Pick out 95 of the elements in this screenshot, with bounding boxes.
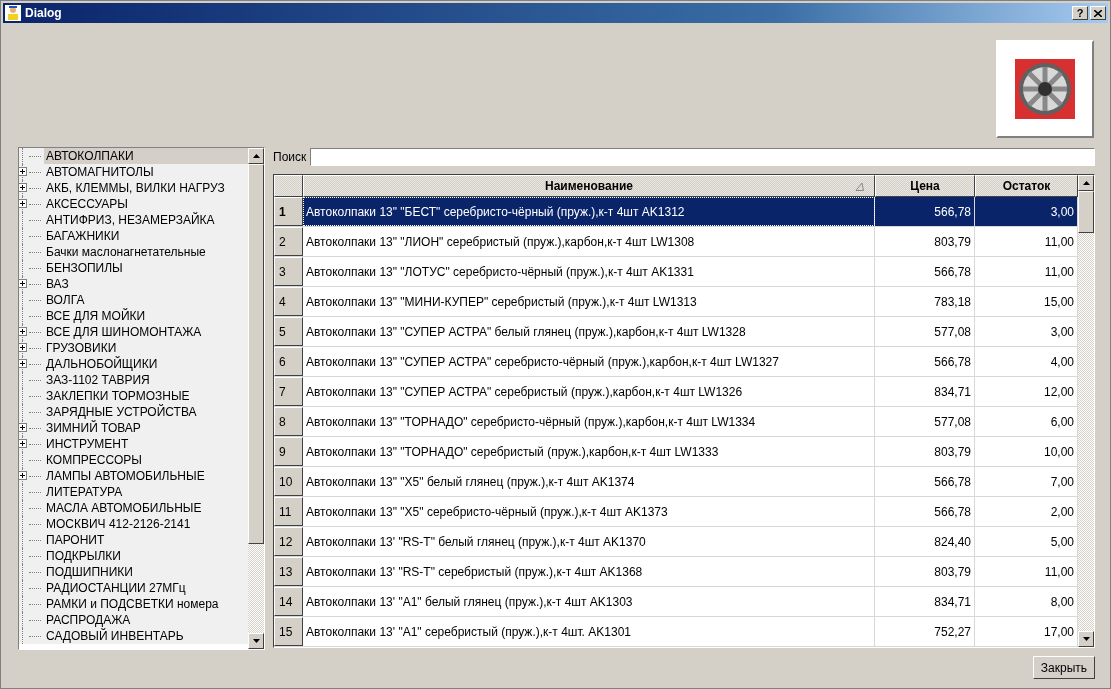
table-cell: 824,40 [875,527,975,556]
table-cell: 566,78 [875,347,975,376]
scrollbar[interactable] [248,148,264,649]
scrollbar-thumb[interactable] [1078,191,1094,233]
row-number: 4 [274,287,303,316]
table-cell: 566,78 [875,467,975,496]
table-cell: Автоколпаки 13" "МИНИ-КУПЕР" серебристый (пруж.),к-т 4шт LW1313 [303,287,875,316]
tree-item[interactable]: АВТОКОЛПАКИ [44,148,248,164]
table-cell: 834,71 [875,587,975,616]
row-number: 12 [274,527,303,556]
search-label: Поиск [273,150,307,164]
row-number: 8 [274,407,303,436]
table-row[interactable]: 14 Автоколпаки 13' "A1" белый глянец (пруж.),к-т 4шт AK1303 834,71 8,00 [274,587,1078,617]
hubcap-drawing [1015,59,1075,119]
table-row[interactable]: 15 Автоколпаки 13' "A1" серебристый (пруж.),к-т 4шт. AK1301 752,27 17,00 [274,617,1078,647]
table-cell: Автоколпаки 13' "A1" серебристый (пруж.),к-т 4шт. AK1301 [303,617,875,646]
table-cell: 577,08 [875,317,975,346]
table-cell: 566,78 [875,197,975,226]
row-number: 1 [274,197,303,226]
row-number: 14 [274,587,303,616]
row-number: 3 [274,257,303,286]
table-row[interactable]: 9 Автоколпаки 13" "ТОРНАДО" серебристый (пруж.),карбон,к-т 4шт LW1333 803,79 10,00 [274,437,1078,467]
expand-toggle[interactable] [19,279,27,288]
table-row[interactable]: 1 Автоколпаки 13" "БЕСТ" серебристо-чёрный (пруж.),к-т 4шт AK1312 566,78 3,00 [274,197,1078,227]
table-cell: 3,00 [975,197,1078,226]
table-cell: Автоколпаки 13' "RS-T" белый глянец (пруж.),к-т 4шт AK1370 [303,527,875,556]
expand-toggle[interactable] [19,471,27,480]
table-row[interactable]: 2 Автоколпаки 13" "ЛИОН" серебристый (пруж.),карбон,к-т 4шт LW1308 803,79 11,00 [274,227,1078,257]
tree-item[interactable]: ВАЗ [44,276,71,292]
row-number: 7 [274,377,303,406]
table-cell: 803,79 [875,557,975,586]
table-cell: Автоколпаки 13" "ЛОТУС" серебристо-чёрный (пруж.),к-т 4шт AK1331 [303,257,875,286]
search-field[interactable] [310,148,1095,166]
close-icon [1094,9,1102,17]
expand-toggle[interactable] [19,423,27,432]
column-header[interactable]: Цена [875,175,975,197]
table-cell: 566,78 [875,497,975,526]
column-header[interactable]: Наименование [303,175,875,197]
row-number: 11 [274,497,303,526]
table-cell: Автоколпаки 13" "БЕСТ" серебристо-чёрный (пруж.),к-т 4шт AK1312 [303,197,875,226]
table-row[interactable]: 8 Автоколпаки 13" "ТОРНАДО" серебристо-чёрный (пруж.),карбон,к-т 4шт LW1334 577,08 6,00 [274,407,1078,437]
row-number: 2 [274,227,303,256]
close-button[interactable] [1090,6,1106,20]
expand-toggle[interactable] [19,439,27,448]
table-cell: 752,27 [875,617,975,646]
row-number: 9 [274,437,303,466]
help-button[interactable]: ? [1072,6,1088,20]
table-cell: 803,79 [875,437,975,466]
table-cell: Автоколпаки 13' "RS-T" серебристый (пруж.),к-т 4шт AK1368 [303,557,875,586]
table-row[interactable]: 3 Автоколпаки 13" "ЛОТУС" серебристо-чёрный (пруж.),к-т 4шт AK1331 566,78 11,00 [274,257,1078,287]
expand-toggle[interactable] [19,359,27,368]
table-cell: 783,18 [875,287,975,316]
table-row[interactable]: 10 Автоколпаки 13" "X5" белый глянец (пруж.),к-т 4шт AK1374 566,78 7,00 [274,467,1078,497]
table-cell: Автоколпаки 13" "ЛИОН" серебристый (пруж.),карбон,к-т 4шт LW1308 [303,227,875,256]
up-arrow-icon [1082,181,1090,185]
expand-toggle[interactable] [19,343,27,352]
table-row[interactable]: 13 Автоколпаки 13' "RS-T" серебристый (пруж.),к-т 4шт AK1368 803,79 11,00 [274,557,1078,587]
table-cell: Автоколпаки 13' "A1" белый глянец (пруж.),к-т 4шт AK1303 [303,587,875,616]
expand-toggle[interactable] [19,327,27,336]
table-cell: Автоколпаки 13" "ТОРНАДО" серебристо-чёрный (пруж.),карбон,к-т 4шт LW1334 [303,407,875,436]
table-cell: Автоколпаки 13" "X5" серебристо-чёрный (пруж.),к-т 4шт AK1373 [303,497,875,526]
expand-toggle[interactable] [19,199,27,208]
table-row[interactable]: 7 Автоколпаки 13" "СУПЕР АСТРА" серебристый (пруж.),карбон,к-т 4шт LW1326 834,71 12,00 [274,377,1078,407]
table-row[interactable]: 4 Автоколпаки 13" "МИНИ-КУПЕР" серебристый (пруж.),к-т 4шт LW1313 783,18 15,00 [274,287,1078,317]
table-cell: Автоколпаки 13" "СУПЕР АСТРА" белый глянец (пруж.),карбон,к-т 4шт LW1328 [303,317,875,346]
table-row[interactable]: 5 Автоколпаки 13" "СУПЕР АСТРА" белый глянец (пруж.),карбон,к-т 4шт LW1328 577,08 3,00 [274,317,1078,347]
column-header[interactable]: Остаток [975,175,1078,197]
scrollbar[interactable] [1078,175,1094,647]
table-cell: 577,08 [875,407,975,436]
table-row[interactable]: 6 Автоколпаки 13" "СУПЕР АСТРА" серебристо-чёрный (пруж.),карбон,к-т 4шт LW1327 566,78 4,00 [274,347,1078,377]
window-title: Dialog [25,6,63,20]
table-cell: Автоколпаки 13" "СУПЕР АСТРА" серебристо-чёрный (пруж.),карбон,к-т 4шт LW1327 [303,347,875,376]
row-number: 13 [274,557,303,586]
close-button[interactable]: Закрыть [1032,656,1095,679]
expand-toggle[interactable] [19,183,27,192]
table-cell: Автоколпаки 13" "ТОРНАДО" серебристый (пруж.),карбон,к-т 4шт LW1333 [303,437,875,466]
row-number: 10 [274,467,303,496]
table-row[interactable]: 12 Автоколпаки 13' "RS-T" белый глянец (пруж.),к-т 4шт AK1370 824,40 5,00 [274,527,1078,557]
tree-item[interactable]: ВОЛГА [44,292,87,308]
table-cell: Автоколпаки 13" "X5" белый глянец (пруж.),к-т 4шт AK1374 [303,467,875,496]
down-arrow-icon [1082,637,1090,641]
row-number: 6 [274,347,303,376]
up-arrow-icon [252,154,260,158]
table-cell: 566,78 [875,257,975,286]
down-arrow-icon [252,639,260,643]
row-number: 15 [274,617,303,646]
row-number: 5 [274,317,303,346]
scrollbar-thumb[interactable] [248,164,264,544]
table-row[interactable]: 11 Автоколпаки 13" "X5" серебристо-чёрный (пруж.),к-т 4шт AK1373 566,78 2,00 [274,497,1078,527]
sort-triangle-icon [855,182,864,191]
table-cell: 803,79 [875,227,975,256]
table-cell: 834,71 [875,377,975,406]
expand-toggle[interactable] [19,167,27,176]
worker-icon [5,5,21,21]
table-cell: Автоколпаки 13" "СУПЕР АСТРА" серебристый (пруж.),карбон,к-т 4шт LW1326 [303,377,875,406]
